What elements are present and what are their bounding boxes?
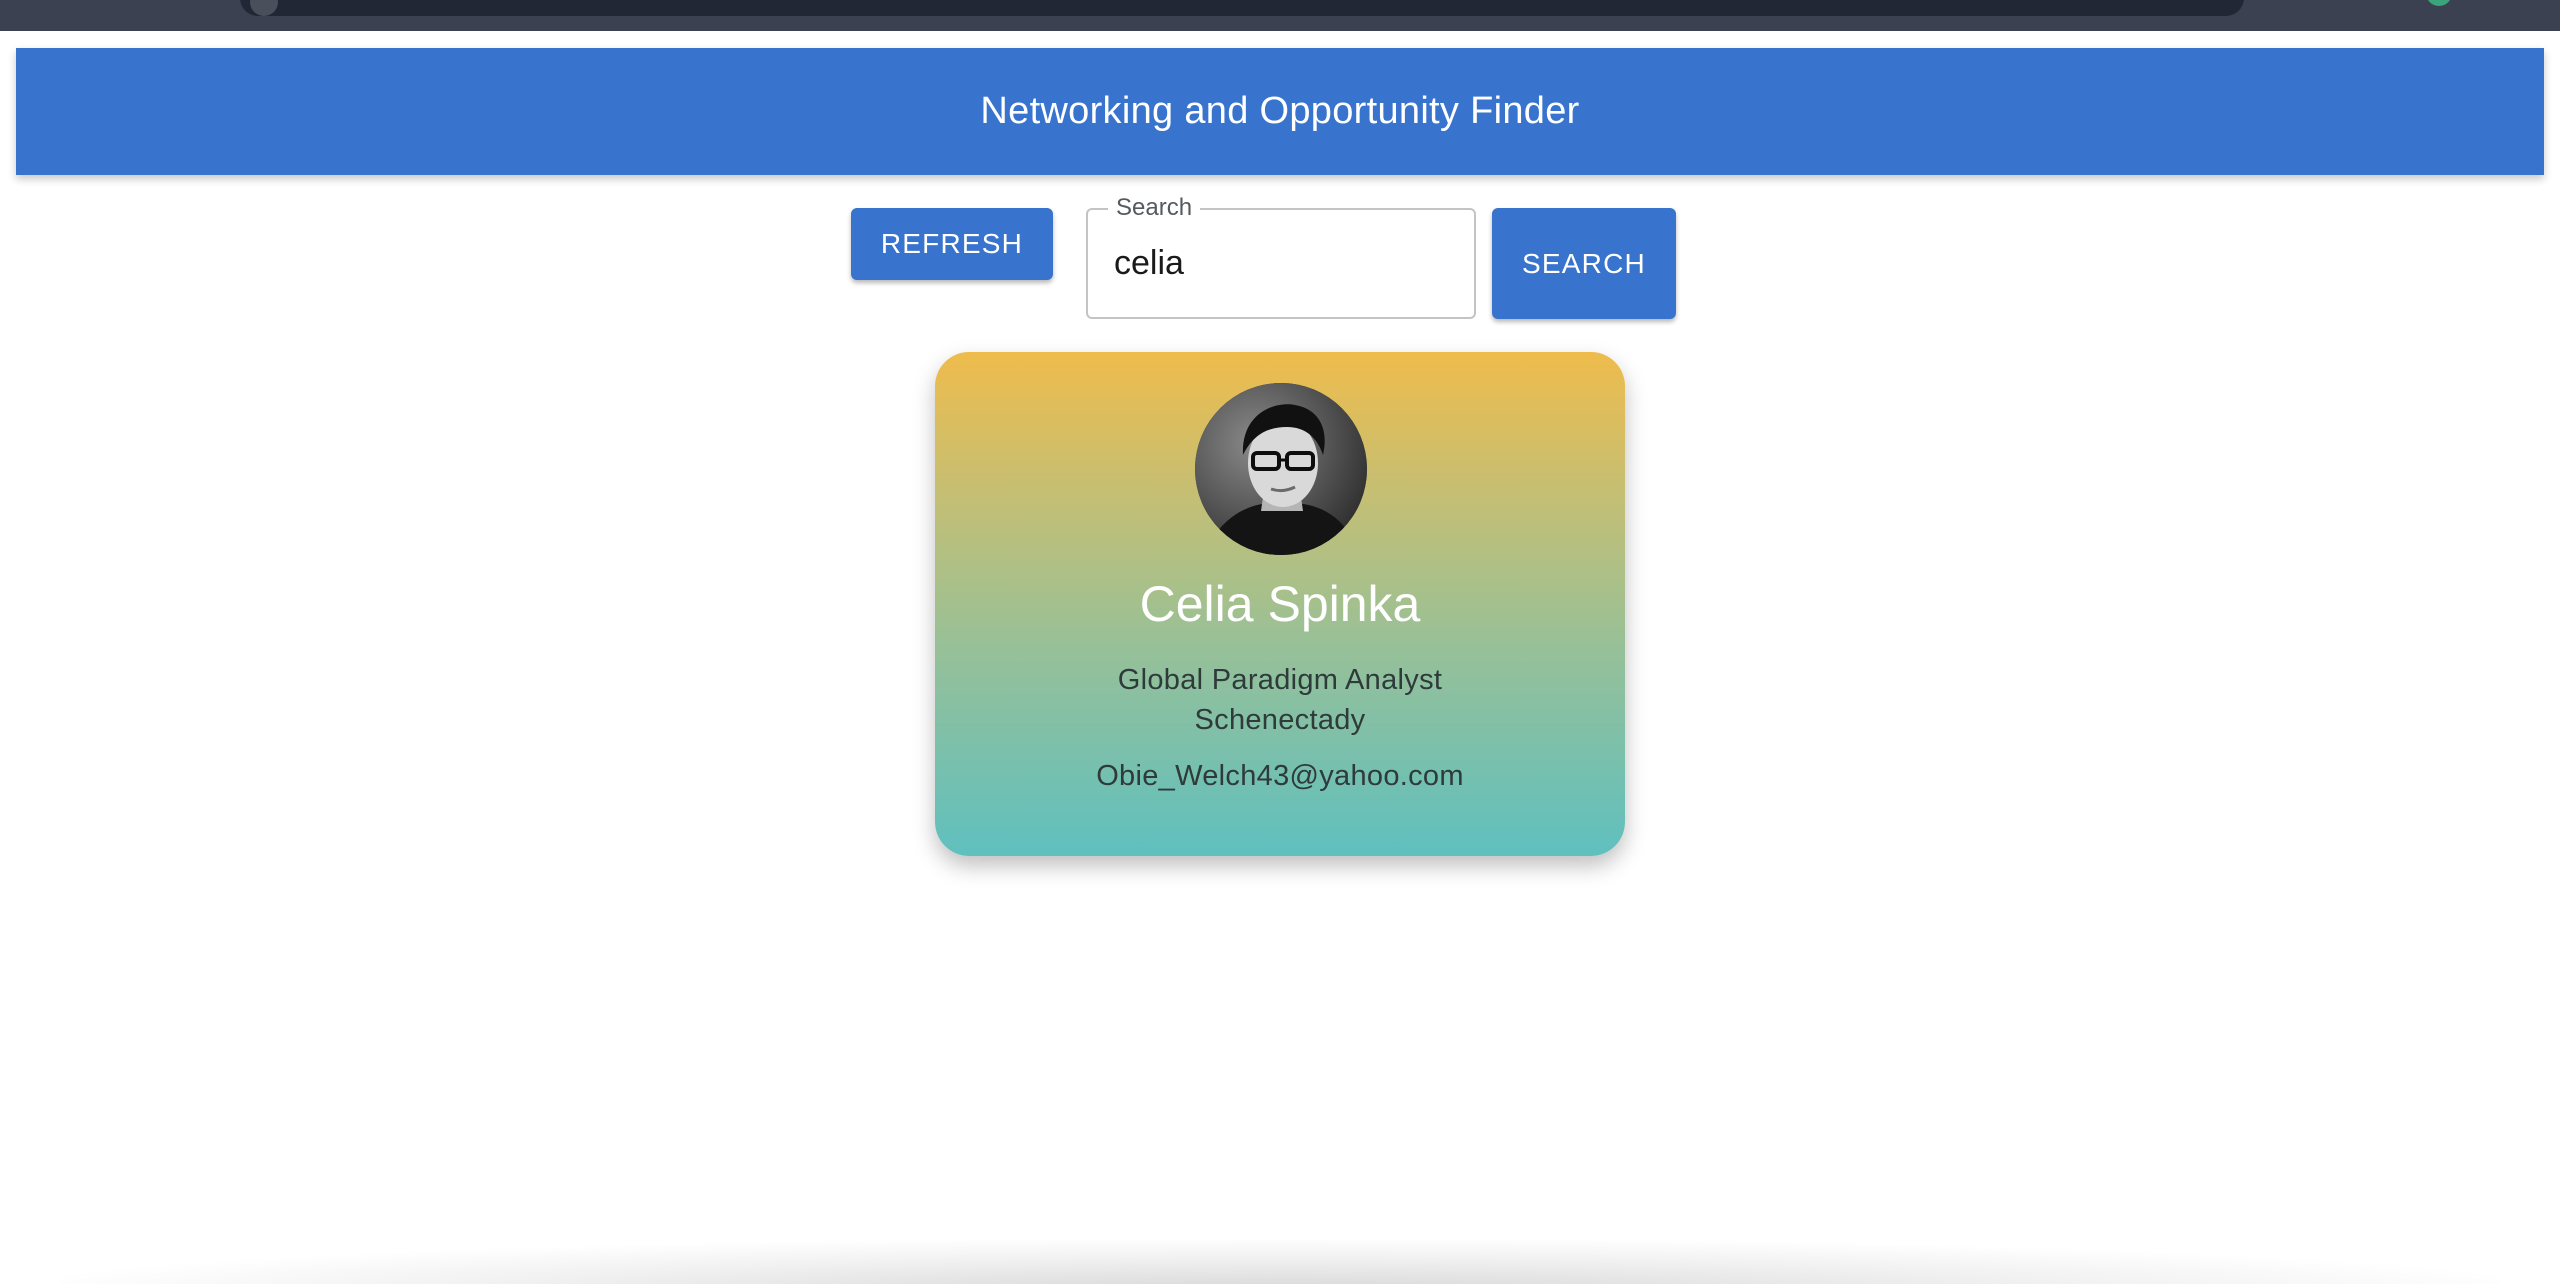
profile-card[interactable]: Celia Spinka Global Paradigm Analyst Sch… <box>935 352 1625 856</box>
search-button[interactable]: SEARCH <box>1492 208 1676 319</box>
search-field[interactable]: Search <box>1086 194 1476 319</box>
avatar <box>1195 383 1367 555</box>
address-bar[interactable] <box>240 0 2244 16</box>
bottom-shadow <box>60 1240 2500 1284</box>
app-title: Networking and Opportunity Finder <box>980 90 1580 132</box>
browser-profile-icon[interactable] <box>2426 0 2452 6</box>
browser-toolbar <box>0 0 2560 31</box>
refresh-button[interactable]: REFRESH <box>851 208 1053 280</box>
profile-name: Celia Spinka <box>1139 576 1421 632</box>
profile-email[interactable]: Obie_Welch43@yahoo.com <box>935 756 1625 796</box>
search-input[interactable] <box>1088 210 1474 317</box>
profile-job-title: Global Paradigm Analyst <box>1117 664 1443 696</box>
app-header: Networking and Opportunity Finder <box>16 48 2544 175</box>
person-photo-icon <box>1195 383 1367 555</box>
profile-city: Schenectady <box>1194 704 1366 736</box>
